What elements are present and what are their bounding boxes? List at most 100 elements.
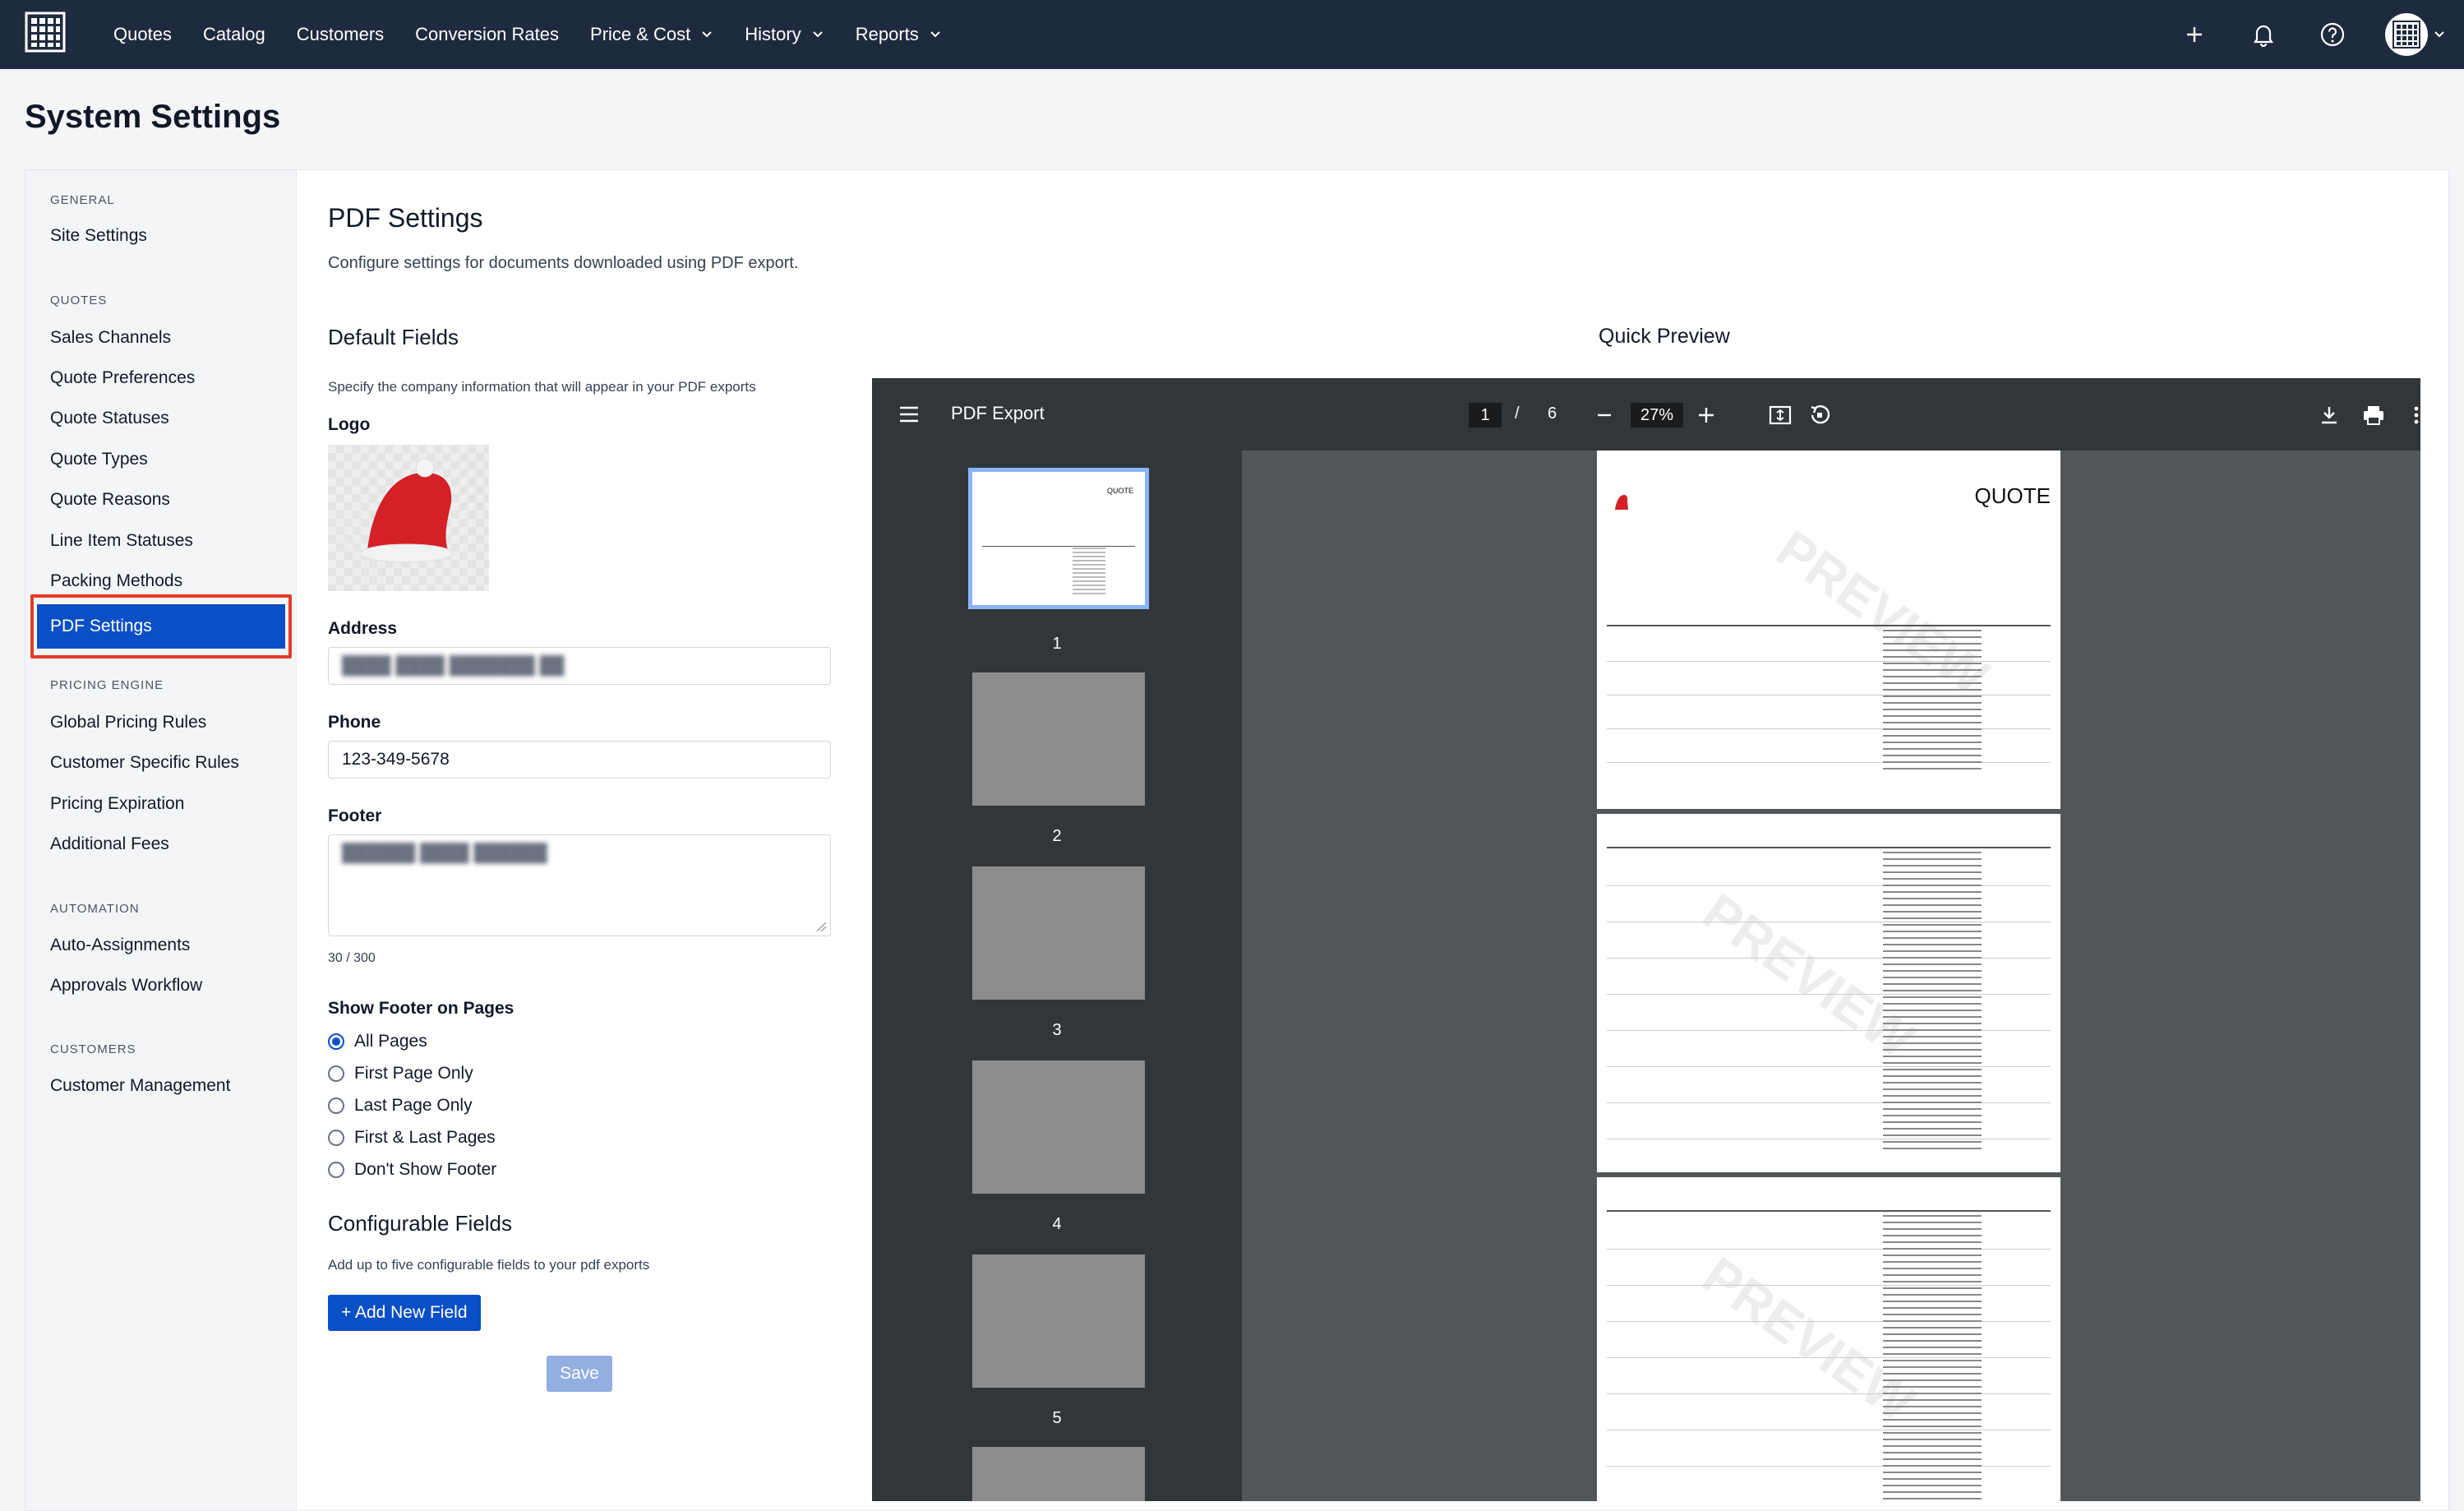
avatar [2385, 13, 2428, 56]
radio-button[interactable] [328, 1130, 344, 1146]
section-description: Configure settings for documents downloa… [328, 254, 799, 272]
nav-reports[interactable]: Reports [856, 24, 942, 45]
sidebar-item-quote-types[interactable]: Quote Types [50, 450, 148, 469]
sidebar-item-global-pricing-rules[interactable]: Global Pricing Rules [50, 713, 206, 732]
radio-button[interactable] [328, 1162, 344, 1178]
address-label: Address [328, 619, 398, 638]
resize-handle-icon[interactable] [815, 921, 827, 932]
zoom-input[interactable]: 27% [1631, 403, 1683, 427]
chevron-down-icon [702, 31, 712, 38]
save-button[interactable]: Save [547, 1356, 612, 1392]
footer-textarea[interactable]: ██████ ████ ██████ [328, 834, 831, 936]
nav-conversion-rates[interactable]: Conversion Rates [415, 24, 559, 45]
logo-label: Logo [328, 415, 371, 434]
page-number-input[interactable]: 1 [1469, 403, 1502, 427]
nav-history-label: History [745, 24, 801, 44]
thumbnail-page-1[interactable]: QUOTE [968, 468, 1149, 609]
add-new-field-button[interactable]: + Add New Field [328, 1295, 481, 1331]
pdf-page-3: PREVIEW [1597, 1177, 2060, 1501]
radio-label: Don't Show Footer [354, 1160, 497, 1179]
pdf-page-2: PREVIEW [1597, 814, 2060, 1172]
phone-field[interactable]: 123-349-5678 [328, 741, 831, 779]
pdf-quote-heading: QUOTE [1974, 483, 2051, 508]
sidebar-item-quote-statuses[interactable]: Quote Statuses [50, 409, 169, 428]
zoom-in-icon[interactable] [1694, 403, 1719, 427]
thumbnail-page-4[interactable] [972, 1060, 1145, 1194]
download-icon[interactable] [2317, 403, 2342, 427]
radio-first-last-pages[interactable]: First & Last Pages [328, 1128, 496, 1148]
sidebar-item-approvals-workflow[interactable]: Approvals Workflow [50, 976, 202, 996]
thumbnail-number: 2 [1052, 827, 1062, 845]
sidebar-section-pricing-engine: PRICING ENGINE [50, 678, 164, 692]
radio-label: Last Page Only [354, 1096, 473, 1115]
radio-label: First & Last Pages [354, 1128, 496, 1147]
settings-sidebar: GENERAL Site Settings QUOTES Sales Chann… [25, 170, 297, 1510]
thumbnail-page-3[interactable] [972, 866, 1145, 1000]
fit-page-icon[interactable] [1768, 403, 1793, 427]
radio-first-page-only[interactable]: First Page Only [328, 1064, 473, 1084]
app-grid-logo-icon[interactable] [25, 12, 66, 53]
sidebar-item-customer-management[interactable]: Customer Management [50, 1076, 230, 1096]
sidebar-item-customer-specific-rules[interactable]: Customer Specific Rules [50, 753, 239, 773]
quick-preview-title: Quick Preview [1599, 325, 1730, 348]
zoom-out-icon[interactable] [1592, 403, 1617, 427]
radio-all-pages[interactable]: All Pages [328, 1032, 427, 1051]
nav-history[interactable]: History [745, 24, 824, 45]
nav-price-cost[interactable]: Price & Cost [590, 24, 713, 45]
radio-last-page-only[interactable]: Last Page Only [328, 1096, 473, 1116]
phone-label: Phone [328, 713, 381, 732]
configurable-fields-description: Add up to five configurable fields to yo… [328, 1257, 650, 1273]
phone-value: 123-349-5678 [342, 750, 450, 769]
user-menu[interactable] [2385, 13, 2446, 56]
nav-conversion-rates-label: Conversion Rates [415, 24, 560, 44]
radio-button[interactable] [328, 1065, 344, 1082]
pdf-viewer[interactable]: PDF Export 1 / 6 27% QUOTE 1 2 3 4 5 QUO… [872, 378, 2420, 1501]
bell-icon[interactable] [2247, 18, 2280, 51]
print-icon[interactable] [2361, 403, 2386, 427]
more-options-icon[interactable] [2404, 403, 2420, 427]
thumbnail-number: 4 [1052, 1215, 1062, 1233]
radio-button[interactable] [328, 1097, 344, 1114]
sidebar-item-sales-channels[interactable]: Sales Channels [50, 328, 171, 348]
configurable-fields-title: Configurable Fields [328, 1211, 513, 1236]
nav-catalog-label: Catalog [202, 24, 265, 44]
sidebar-item-pdf-settings[interactable]: PDF Settings [37, 604, 285, 649]
sidebar-section-general: GENERAL [50, 193, 115, 207]
address-field[interactable]: ████ ████ ███████ ██ [328, 647, 831, 685]
sidebar-item-auto-assignments[interactable]: Auto-Assignments [50, 936, 190, 955]
footer-value: ██████ ████ ██████ [342, 843, 547, 862]
thumbnail-page-2[interactable] [972, 672, 1145, 806]
nav-quotes[interactable]: Quotes [113, 24, 172, 45]
help-icon[interactable] [2316, 18, 2349, 51]
thumbnail-page-6[interactable] [972, 1447, 1145, 1501]
thumbnail-page-5[interactable] [972, 1255, 1145, 1388]
radio-label: All Pages [354, 1032, 427, 1051]
section-title: PDF Settings [328, 203, 483, 233]
pdf-page-1: QUOTE PREVIEW [1597, 451, 2060, 809]
chevron-down-icon [2434, 31, 2444, 38]
rotate-icon[interactable] [1807, 403, 1832, 427]
radio-button[interactable] [328, 1033, 344, 1050]
radio-dont-show-footer[interactable]: Don't Show Footer [328, 1160, 496, 1180]
plus-icon[interactable] [2178, 18, 2211, 51]
sidebar-item-packing-methods[interactable]: Packing Methods [50, 571, 182, 591]
pdf-viewer-title: PDF Export [951, 403, 1045, 423]
sidebar-item-additional-fees[interactable]: Additional Fees [50, 834, 169, 854]
sidebar-item-line-item-statuses[interactable]: Line Item Statuses [50, 531, 193, 551]
sidebar-section-quotes: QUOTES [50, 293, 108, 307]
chevron-down-icon [930, 31, 940, 38]
sidebar-item-quote-reasons[interactable]: Quote Reasons [50, 490, 170, 510]
logo-upload[interactable] [328, 445, 489, 591]
nav-customers-label: Customers [296, 24, 385, 44]
santa-hat-logo-icon [1615, 495, 1628, 510]
sidebar-item-pricing-expiration[interactable]: Pricing Expiration [50, 794, 184, 814]
top-nav: Quotes Catalog Customers Conversion Rate… [0, 0, 2464, 69]
nav-customers[interactable]: Customers [297, 24, 384, 45]
sidebar-item-site-settings[interactable]: Site Settings [50, 226, 147, 246]
sidebar-section-automation: AUTOMATION [50, 902, 140, 916]
nav-catalog[interactable]: Catalog [203, 24, 265, 45]
nav-reports-label: Reports [855, 24, 919, 44]
default-fields-description: Specify the company information that wil… [328, 379, 756, 395]
sidebar-item-quote-preferences[interactable]: Quote Preferences [50, 368, 195, 388]
menu-icon[interactable] [897, 402, 921, 427]
